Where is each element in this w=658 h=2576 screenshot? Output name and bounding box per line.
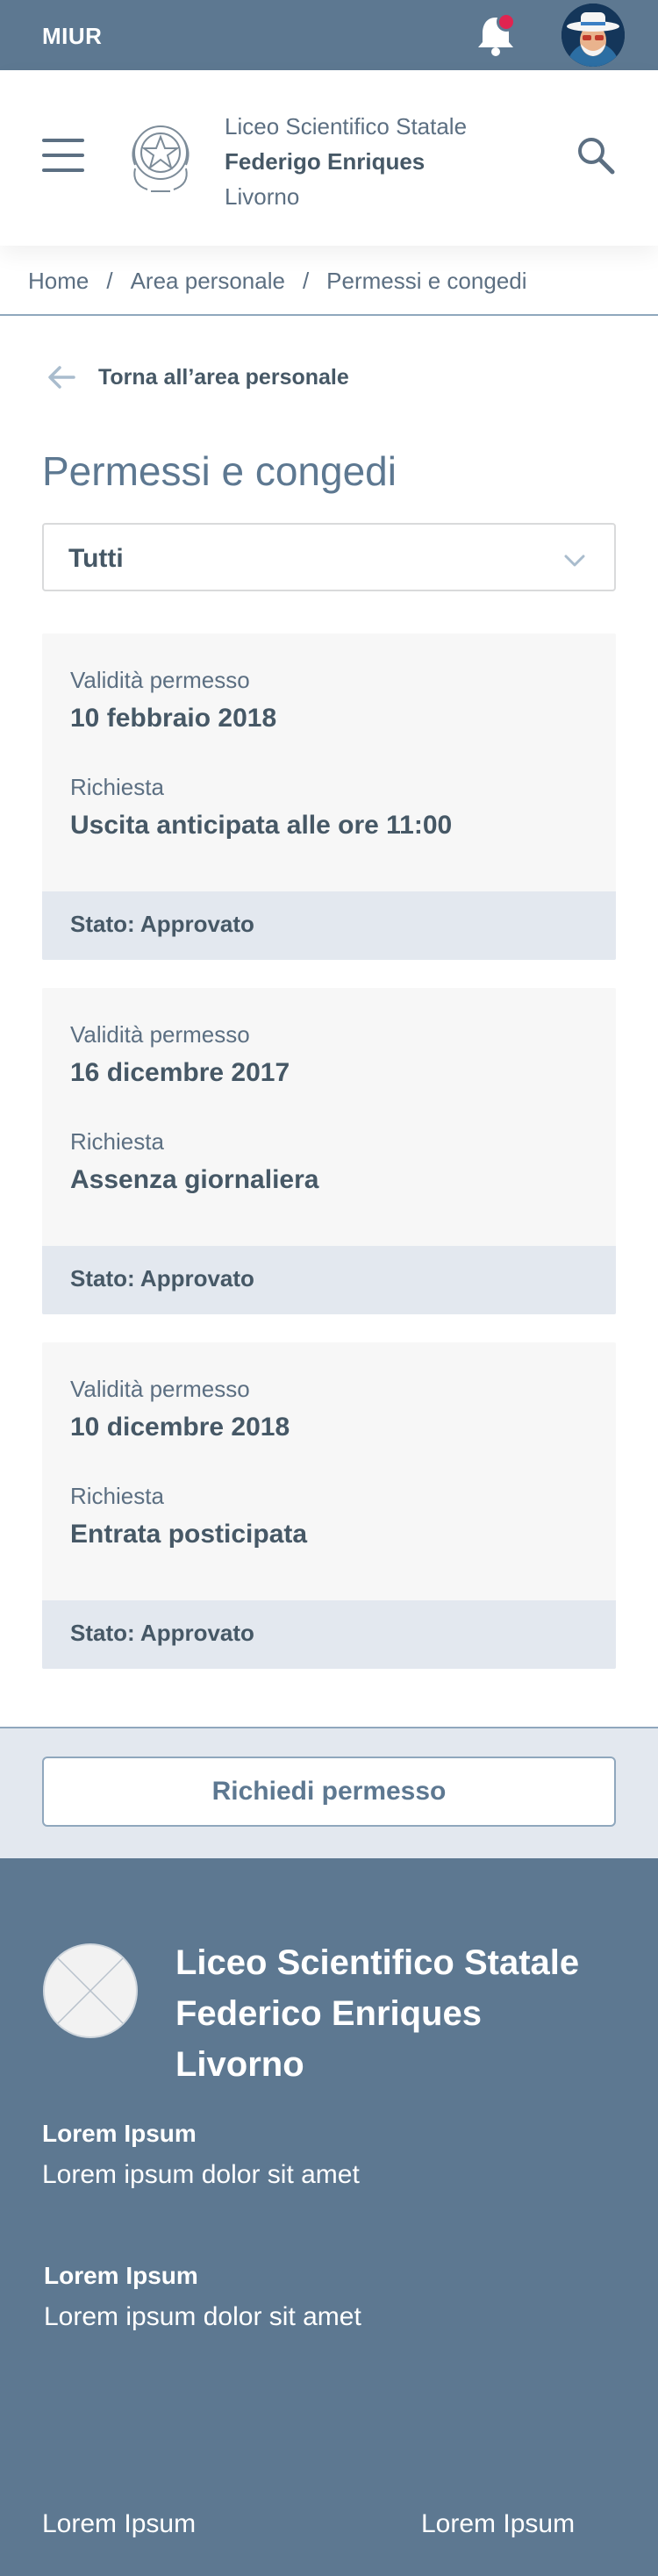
footer-school-city: Livorno [175,2045,304,2084]
request-type: Assenza giornaliera [70,1165,319,1194]
request-band: Richiedi permesso [0,1727,658,1858]
site-header: Liceo Scientifico Statale Federigo Enriq… [0,70,658,246]
request-type: Uscita anticipata alle ore 11:00 [70,811,453,840]
status-bar: Stato: Approvato [42,1600,616,1669]
school-city: Livorno [225,183,300,210]
status-text: Stato: Approvato [70,911,254,937]
school-logo-placeholder-icon [42,1943,139,2039]
school-type: Liceo Scientifico Statale [225,113,468,140]
footer-link[interactable]: Lorem Ipsum [421,2509,575,2539]
footer-school-type: Liceo Scientifico Statale [175,1943,580,1982]
status-text: Stato: Approvato [70,1265,254,1292]
request-label: Richiesta [70,774,164,800]
status-text: Stato: Approvato [70,1620,254,1646]
validity-date: 10 febbraio 2018 [70,704,277,733]
back-link[interactable]: Torna all’area personale [46,361,349,393]
validity-date: 16 dicembre 2017 [70,1058,290,1087]
breadcrumb-home[interactable]: Home [28,268,89,295]
request-permission-button[interactable]: Richiedi permesso [42,1757,616,1827]
footer-heading: Lorem Ipsum [42,2120,197,2147]
validity-label: Validità permesso [70,1376,250,1402]
status-bar: Stato: Approvato [42,891,616,960]
status-bar: Stato: Approvato [42,1246,616,1314]
footer-link[interactable]: Lorem Ipsum [42,2509,196,2539]
menu-icon[interactable] [42,139,84,172]
brand-label[interactable]: MIUR [42,23,102,50]
top-bar: MIUR [0,0,658,70]
arrow-left-icon [46,361,77,393]
request-label: Richiesta [70,1483,164,1509]
breadcrumb-separator: / [302,267,310,294]
breadcrumb-divider [0,314,658,316]
republic-emblem-icon [125,114,197,197]
notification-badge [497,12,516,32]
notification-bell-icon[interactable] [474,12,518,60]
footer-text: Lorem ipsum dolor sit amet [44,2302,361,2331]
breadcrumb-current: Permessi e congedi [326,267,527,294]
chevron-down-icon [563,549,586,572]
breadcrumb-separator: / [106,267,113,294]
site-footer: Liceo Scientifico Statale Federico Enriq… [0,1858,658,2576]
footer-text: Lorem ipsum dolor sit amet [42,2160,360,2189]
school-title: Federigo Enriques [225,148,426,175]
request-type: Entrata posticipata [70,1520,308,1549]
filter-selected-value: Tutti [68,544,124,573]
school-name[interactable]: Liceo Scientifico Statale Federigo Enriq… [225,109,488,214]
search-icon[interactable] [576,135,616,175]
permission-card[interactable]: Validità permesso 16 dicembre 2017 Richi… [42,988,616,1314]
footer-school-title: Federico Enriques [175,1994,482,2033]
breadcrumb: Home / Area personale / Permessi e conge… [28,265,527,297]
permission-card[interactable]: Validità permesso 10 dicembre 2018 Richi… [42,1342,616,1669]
back-link-label: Torna all’area personale [98,364,349,390]
footer-school-name: Liceo Scientifico Statale Federico Enriq… [175,1937,632,2090]
request-label: Richiesta [70,1128,164,1155]
validity-label: Validità permesso [70,667,250,693]
validity-label: Validità permesso [70,1021,250,1048]
permission-card[interactable]: Validità permesso 10 febbraio 2018 Richi… [42,633,616,960]
page-title: Permessi e congedi [42,448,397,494]
filter-select[interactable]: Tutti [42,523,616,591]
user-avatar[interactable] [561,4,625,67]
validity-date: 10 dicembre 2018 [70,1413,290,1442]
breadcrumb-area-personale[interactable]: Area personale [131,268,285,295]
footer-heading: Lorem Ipsum [44,2262,198,2289]
